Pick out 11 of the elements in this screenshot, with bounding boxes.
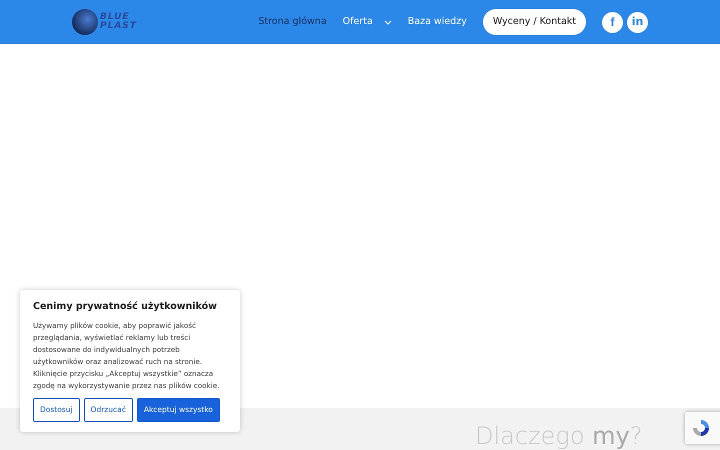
nav-link[interactable]: Baza wiedzy [408, 14, 467, 30]
nav-link[interactable]: Strona główna [258, 14, 327, 30]
recaptcha-badge[interactable] [685, 412, 720, 444]
cookie-title: Cenimy prywatność użytkowników [33, 300, 218, 314]
caret-icon [384, 20, 392, 24]
logo-text[interactable]: BLUE PLAST [100, 13, 137, 31]
linkedin-icon[interactable]: in [627, 12, 648, 32]
facebook-icon[interactable]: f [602, 12, 623, 32]
contact-button[interactable]: Wyceny / Kontakt [482, 8, 586, 36]
logo-icon [72, 9, 98, 35]
nav-link[interactable]: Oferta [342, 14, 392, 30]
